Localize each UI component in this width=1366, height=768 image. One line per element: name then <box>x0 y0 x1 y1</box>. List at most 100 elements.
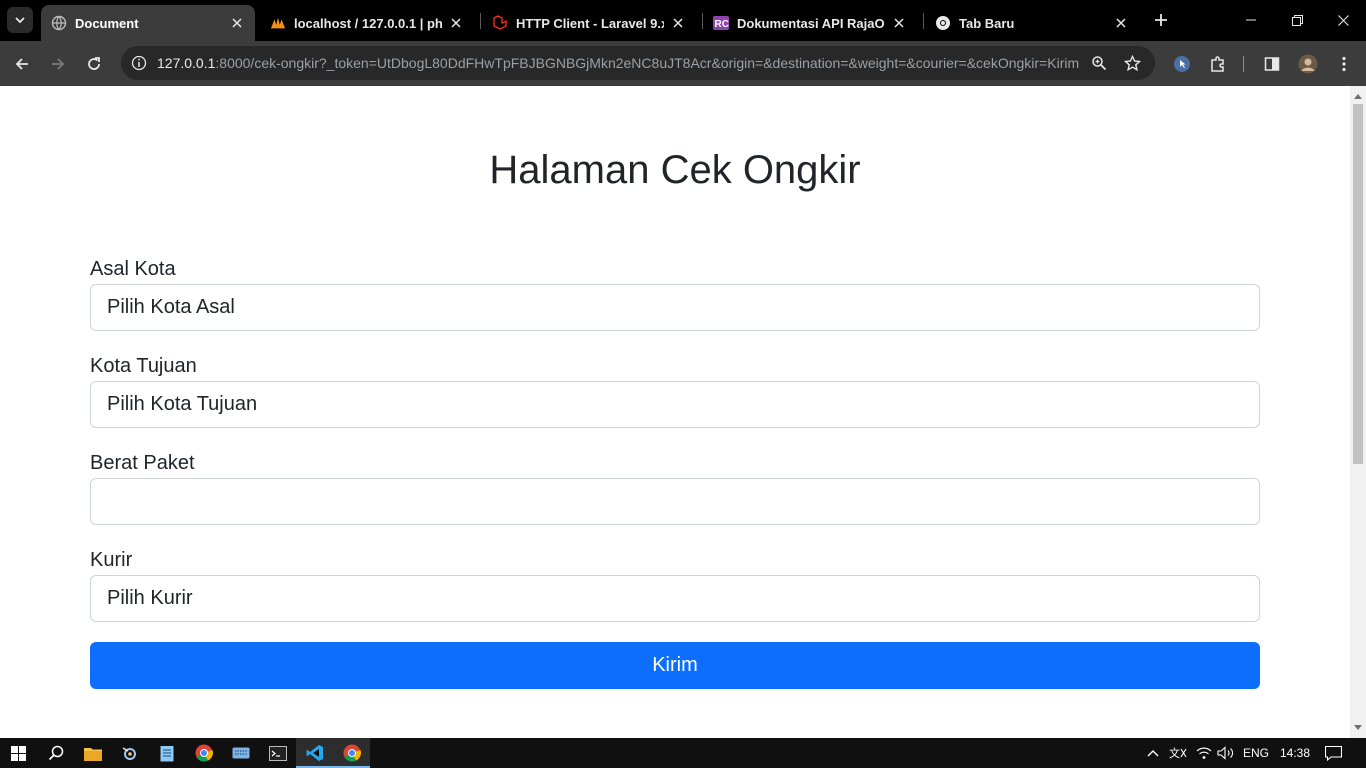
minimize-button[interactable] <box>1228 0 1274 40</box>
taskbar-app-tool[interactable] <box>111 738 148 768</box>
tray-clock[interactable]: 14:38 <box>1280 738 1310 768</box>
globe-icon <box>51 15 67 31</box>
windows-icon <box>11 745 26 761</box>
reload-button[interactable] <box>80 50 108 78</box>
svg-text:RC: RC <box>715 19 729 30</box>
chrome-icon <box>343 744 361 762</box>
taskbar-notepad[interactable] <box>148 738 185 768</box>
close-icon[interactable] <box>448 15 464 31</box>
gear-tool-icon <box>122 747 136 760</box>
tab-title: localhost / 127.0.0.1 | phpMy <box>294 15 442 31</box>
tab-separator <box>923 13 924 29</box>
forward-button[interactable] <box>44 50 72 78</box>
url-path: :8000/cek-ongkir?_token=UtDbogL80DdFHwTp… <box>215 55 1080 71</box>
keyboard-icon <box>232 747 249 759</box>
taskbar-chrome[interactable] <box>185 738 222 768</box>
tab-title: Tab Baru <box>959 15 1015 31</box>
courier-label: Kurir <box>90 549 133 571</box>
submit-button[interactable]: Kirim <box>90 642 1260 689</box>
svg-text:文: 文 <box>1169 746 1180 760</box>
scroll-up-icon[interactable] <box>1354 92 1362 100</box>
origin-select[interactable]: Pilih Kota Asal <box>90 284 1260 331</box>
back-button[interactable] <box>8 50 36 78</box>
minimize-icon <box>1246 19 1256 21</box>
page-content: Halaman Cek Ongkir Asal Kota Pilih Kota … <box>0 86 1350 738</box>
tab-phpmyadmin[interactable]: localhost / 127.0.0.1 | phpMy <box>260 5 474 41</box>
browser-toolbar: 127.0.0.1:8000/cek-ongkir?_token=UtDbogL… <box>0 41 1366 86</box>
tab-separator <box>480 13 481 29</box>
taskbar-chrome-active[interactable] <box>333 738 370 768</box>
extensions-button[interactable] <box>1204 50 1232 78</box>
restore-icon <box>1291 14 1303 26</box>
reload-icon <box>88 57 100 70</box>
wifi-icon <box>1196 747 1212 759</box>
url-host: 127.0.0.1 <box>157 55 216 71</box>
new-tab-button[interactable] <box>1150 9 1172 31</box>
destination-select[interactable]: Pilih Kota Tujuan <box>90 381 1260 428</box>
terminal-icon <box>268 745 287 761</box>
page-title: Halaman Cek Ongkir <box>489 148 861 192</box>
close-icon[interactable] <box>670 15 686 31</box>
kebab-menu-icon <box>1342 56 1346 72</box>
tab-laravel[interactable]: HTTP Client - Laravel 9.x - T <box>482 5 696 41</box>
tray-volume-button[interactable] <box>1214 738 1238 768</box>
weight-label: Berat Paket <box>90 452 195 474</box>
side-panel-button[interactable] <box>1258 50 1286 78</box>
tab-strip: Document localhost / 127.0.0.1 | phpMy H… <box>0 0 1366 41</box>
plus-icon <box>1155 14 1167 26</box>
menu-button[interactable] <box>1330 50 1358 78</box>
search-icon <box>48 745 63 761</box>
close-window-button[interactable] <box>1320 0 1366 40</box>
tray-network-button[interactable] <box>1192 738 1216 768</box>
taskbar-terminal[interactable] <box>259 738 296 768</box>
arrow-right-icon <box>52 58 65 70</box>
taskbar-search-button[interactable] <box>37 738 74 768</box>
toolbar-divider <box>1243 56 1244 72</box>
tray-language[interactable]: ENG <box>1243 738 1269 768</box>
address-bar[interactable]: 127.0.0.1:8000/cek-ongkir?_token=UtDbogL… <box>121 46 1155 80</box>
zoom-icon[interactable] <box>1089 53 1109 73</box>
taskbar-file-explorer[interactable] <box>74 738 111 768</box>
folder-icon <box>83 747 102 761</box>
extension-cursor-button[interactable] <box>1168 50 1196 78</box>
chevron-up-icon <box>1147 750 1159 757</box>
tab-search-button[interactable] <box>7 7 33 33</box>
site-info-icon[interactable] <box>129 53 149 73</box>
tab-new-tab[interactable]: Tab Baru <box>925 5 1139 41</box>
chrome-icon <box>195 744 213 762</box>
tab-title: Document <box>75 15 139 31</box>
avatar <box>1298 54 1318 74</box>
taskbar-keyboard-app[interactable] <box>222 738 259 768</box>
tab-document[interactable]: Document <box>41 5 255 41</box>
scroll-down-icon[interactable] <box>1354 724 1362 732</box>
chevron-down-icon <box>15 17 25 24</box>
rajaongkir-icon: RC <box>713 15 729 31</box>
tab-title: HTTP Client - Laravel 9.x - T <box>516 15 664 31</box>
notification-button[interactable] <box>1318 738 1348 768</box>
taskbar-vscode[interactable] <box>296 738 333 768</box>
scroll-thumb[interactable] <box>1353 104 1363 464</box>
close-icon[interactable] <box>229 15 245 31</box>
weight-input[interactable] <box>90 478 1260 525</box>
origin-label: Asal Kota <box>90 258 176 280</box>
profile-button[interactable] <box>1294 50 1322 78</box>
cursor-extension-icon <box>1174 56 1190 72</box>
taskbar: 文 ENG 14:38 <box>0 738 1366 768</box>
tray-overflow-button[interactable] <box>1143 738 1163 768</box>
speaker-icon <box>1217 746 1233 760</box>
url-text[interactable]: 127.0.0.1:8000/cek-ongkir?_token=UtDbogL… <box>157 46 1082 80</box>
input-method-icon: 文 <box>1169 746 1187 760</box>
restore-button[interactable] <box>1274 0 1320 40</box>
tray-ime-button[interactable]: 文 <box>1166 738 1190 768</box>
laravel-icon <box>492 15 508 31</box>
courier-select[interactable]: Pilih Kurir <box>90 575 1260 622</box>
phpmyadmin-icon <box>270 15 286 31</box>
start-button[interactable] <box>0 738 37 768</box>
page-scrollbar[interactable] <box>1350 86 1366 738</box>
close-icon[interactable] <box>1113 15 1129 31</box>
bookmark-star-icon[interactable] <box>1122 53 1142 73</box>
vscode-icon <box>306 745 323 761</box>
close-icon <box>1337 14 1349 26</box>
close-icon[interactable] <box>891 15 907 31</box>
tab-rajaongkir[interactable]: RC Dokumentasi API RajaOngk <box>703 5 917 41</box>
